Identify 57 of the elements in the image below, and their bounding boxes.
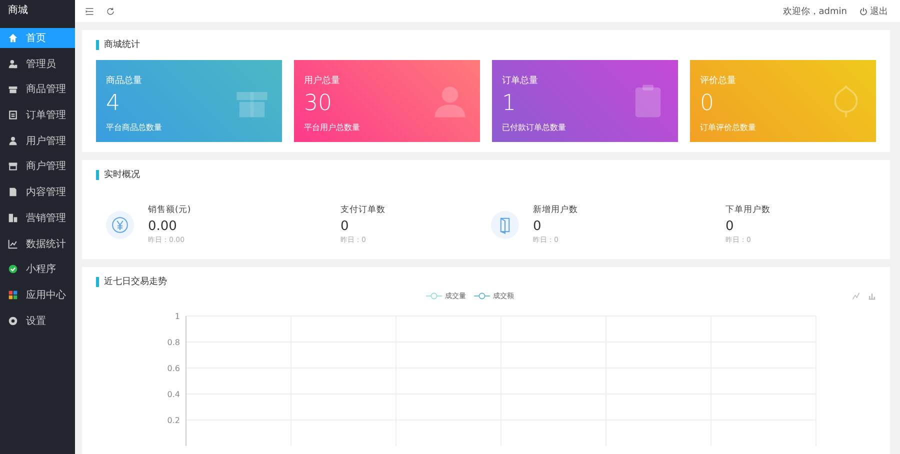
card-value: 0 bbox=[700, 90, 715, 116]
yen-icon bbox=[106, 210, 134, 238]
y-tick-label: 0.2 bbox=[167, 416, 180, 425]
sidebar-item[interactable]: 营销管理 bbox=[0, 208, 75, 228]
file-icon bbox=[8, 187, 18, 198]
card-value: 30 bbox=[304, 90, 333, 116]
y-tick-label: 0.8 bbox=[167, 338, 180, 347]
card-caption: 平台用户总数量 bbox=[304, 122, 360, 132]
sidebar-item[interactable]: 数据统计 bbox=[0, 234, 75, 254]
metric-value: 0 bbox=[533, 219, 542, 234]
sidebar-item[interactable]: 小程序 bbox=[0, 259, 75, 280]
apps-icon bbox=[8, 290, 18, 300]
card-caption: 已付款订单总数量 bbox=[502, 122, 566, 132]
card-label: 用户总量 bbox=[304, 74, 341, 86]
users-icon bbox=[8, 58, 18, 69]
y-tick-label: 0.6 bbox=[167, 364, 180, 373]
panel-title: 近七日交易走势 bbox=[96, 277, 876, 287]
card-label: 订单总量 bbox=[502, 74, 539, 86]
card-caption: 订单评价总数量 bbox=[700, 122, 756, 132]
card-caption: 平台商品总数量 bbox=[106, 122, 162, 132]
menu-icon[interactable] bbox=[85, 6, 94, 16]
metric-label: 支付订单数 bbox=[340, 204, 386, 216]
card-value: 1 bbox=[502, 90, 517, 116]
logout-link[interactable]: 退出 bbox=[859, 4, 888, 18]
document-icon bbox=[8, 110, 18, 120]
sidebar-item[interactable]: 设置 bbox=[0, 310, 75, 331]
card-value: 4 bbox=[106, 90, 121, 116]
sidebar-item[interactable]: 用户管理 bbox=[0, 130, 75, 151]
card-label: 评价总量 bbox=[700, 74, 737, 86]
metric-label: 销售额(元) bbox=[148, 204, 191, 216]
sidebar-item[interactable]: 商户管理 bbox=[0, 156, 75, 176]
store-icon bbox=[8, 161, 18, 172]
sidebar-item[interactable]: 订单管理 bbox=[0, 105, 75, 126]
panel-title: 实时概况 bbox=[96, 170, 876, 180]
metric-label: 新增用户数 bbox=[533, 204, 578, 216]
card-label: 商品总量 bbox=[106, 74, 143, 86]
sidebar-item[interactable]: 内容管理 bbox=[0, 182, 75, 202]
user-icon bbox=[8, 136, 18, 146]
home-icon bbox=[8, 33, 18, 43]
panel-title: 商城统计 bbox=[96, 40, 876, 50]
y-tick-label: 1 bbox=[174, 312, 180, 321]
power-icon bbox=[859, 6, 868, 16]
refresh-icon[interactable] bbox=[106, 6, 115, 16]
settings-icon bbox=[8, 316, 18, 326]
sidebar-item[interactable]: 应用中心 bbox=[0, 284, 75, 305]
y-tick-label: 0.4 bbox=[167, 390, 180, 399]
chart-icon bbox=[8, 238, 18, 248]
welcome-text: 欢迎你，admin bbox=[782, 6, 847, 18]
metric-value: 0.00 bbox=[148, 219, 178, 234]
metric-value: 0 bbox=[726, 219, 735, 234]
check-circle-icon bbox=[8, 264, 18, 274]
sidebar-item[interactable]: 管理员 bbox=[0, 54, 75, 74]
metric-label: 下单用户数 bbox=[726, 204, 770, 216]
metric-value: 0 bbox=[340, 219, 350, 234]
logo-text: 商城 bbox=[7, 4, 29, 18]
door-icon bbox=[491, 210, 519, 238]
sidebar-item[interactable]: 商品管理 bbox=[0, 79, 75, 100]
